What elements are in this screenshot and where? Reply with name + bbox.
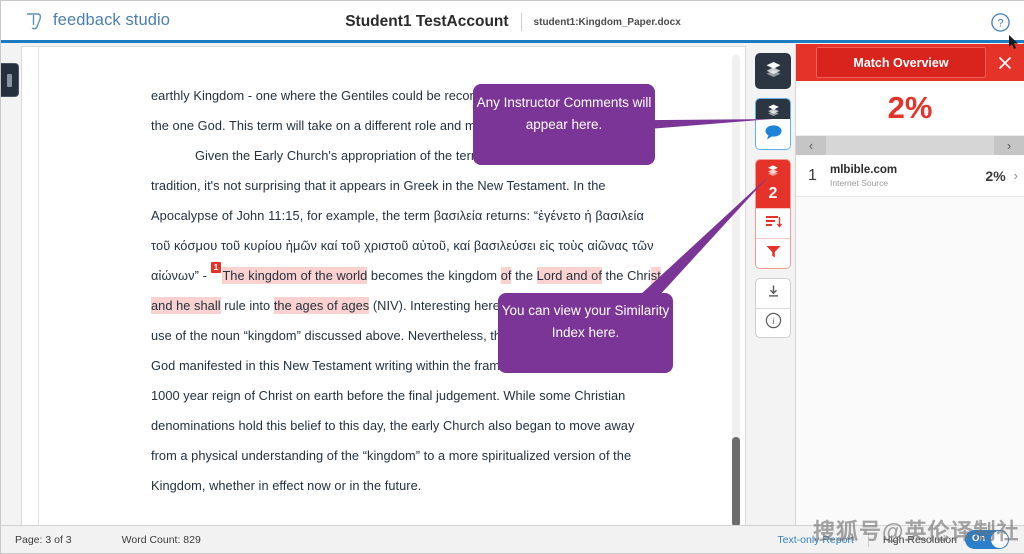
toggle-label: On [972, 533, 985, 544]
status-bar: Page: 3 of 3 Word Count: 829 Text-only R… [1, 525, 1024, 553]
high-resolution-toggle[interactable]: On [965, 530, 1009, 549]
text-only-report-link[interactable]: Text-only Report [777, 534, 853, 546]
toggle-knob [991, 531, 1008, 548]
word-count: Word Count: 829 [122, 534, 201, 546]
page-indicator: Page: 3 of 3 [15, 534, 72, 546]
status-right-group: Text-only Report High Resolution On [777, 530, 1024, 549]
status-divider [868, 533, 869, 547]
high-resolution-label: High Resolution [883, 534, 957, 546]
feedback-studio-window: feedback studio Student1 TestAccount stu… [0, 0, 1024, 554]
mouse-cursor-icon [1009, 35, 1020, 50]
instructor-comments-callout: Any Instructor Comments will appear here… [473, 84, 655, 165]
similarity-index-callout: You can view your Similarity Index here. [498, 293, 673, 373]
